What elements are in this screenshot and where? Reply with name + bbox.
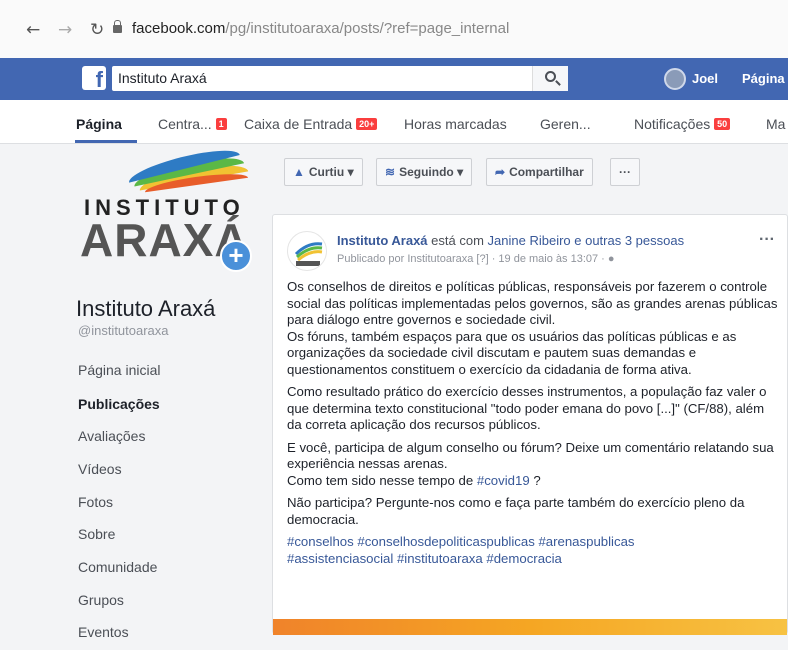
chevron-down-icon: ▾ bbox=[347, 165, 354, 179]
tagged-people-link[interactable]: Janine Ribeiro e outras 3 pessoas bbox=[488, 233, 685, 248]
rss-icon: ≋ bbox=[385, 165, 396, 179]
follow-button[interactable]: ≋ Seguindo ▾ bbox=[376, 158, 473, 186]
sidebar-item-videos[interactable]: Vídeos bbox=[78, 461, 122, 477]
post-text: ? bbox=[529, 472, 541, 488]
page-link[interactable]: Página bbox=[742, 71, 785, 86]
post-paragraph: Como resultado prático do exercício dess… bbox=[287, 384, 767, 432]
sidebar-item-posts[interactable]: Publicações bbox=[78, 396, 160, 412]
hashtag-line[interactable]: #conselhos #conselhosdepoliticaspublicas… bbox=[287, 534, 779, 551]
post-paragraph: E você, participa de algum conselho ou f… bbox=[287, 440, 779, 490]
follow-label: Seguindo bbox=[399, 165, 454, 179]
page-logo-icon bbox=[294, 242, 323, 266]
post-text: Os fóruns, também espaços para que os us… bbox=[287, 328, 737, 377]
tab-inbox[interactable]: Caixa de Entrada 20+ bbox=[244, 116, 378, 132]
tab-appointments[interactable]: Horas marcadas bbox=[404, 116, 507, 132]
tab-label: Notificações bbox=[634, 116, 711, 132]
user-name-link[interactable]: Joel bbox=[692, 71, 718, 86]
post-published-text: Publicado por Institutoaraxa [?] · 19 de… bbox=[337, 253, 605, 265]
post-with-text: está com bbox=[431, 233, 484, 248]
thumbs-up-icon: ▲ bbox=[293, 165, 305, 179]
browser-address-bar: ← → ↻ facebook.com/pg/institutoaraxa/pos… bbox=[0, 0, 788, 58]
tab-label: Caixa de Entrada bbox=[244, 116, 353, 132]
post-text: E você, participa de algum conselho ou f… bbox=[287, 439, 774, 472]
tab-manage[interactable]: Geren... bbox=[540, 116, 591, 132]
post-text: Os conselhos de direitos e políticas púb… bbox=[287, 279, 778, 327]
lock-icon bbox=[113, 20, 122, 33]
sidebar-item-events[interactable]: Eventos bbox=[78, 624, 129, 640]
post-options-button[interactable]: ··· bbox=[759, 231, 775, 249]
active-tab-indicator bbox=[75, 140, 137, 143]
tab-central[interactable]: Centra... 1 bbox=[158, 116, 227, 132]
globe-icon: ● bbox=[607, 253, 615, 265]
post-author-link[interactable]: Instituto Araxá bbox=[337, 233, 428, 248]
chevron-down-icon: ▾ bbox=[457, 165, 464, 179]
tab-more[interactable]: Ma bbox=[766, 116, 785, 132]
like-label: Curtiu bbox=[308, 165, 345, 179]
notification-badge: 1 bbox=[215, 118, 227, 130]
back-icon[interactable]: ← bbox=[26, 20, 40, 40]
share-label: Compartilhar bbox=[509, 165, 584, 179]
search-button[interactable] bbox=[532, 66, 568, 91]
reload-icon[interactable]: ↻ bbox=[90, 20, 104, 40]
share-icon: ➦ bbox=[495, 165, 506, 179]
hashtag-link[interactable]: #covid19 bbox=[477, 473, 530, 488]
post-image-preview[interactable] bbox=[273, 619, 787, 635]
post-paragraph: Os conselhos de direitos e políticas púb… bbox=[287, 279, 779, 378]
post-text: Como tem sido nesse tempo de bbox=[287, 472, 474, 488]
like-button[interactable]: ▲ Curtiu ▾ bbox=[284, 158, 363, 186]
facebook-logo-icon[interactable]: f bbox=[82, 66, 106, 92]
sidebar-item-home[interactable]: Página inicial bbox=[78, 362, 161, 378]
user-avatar[interactable] bbox=[664, 68, 686, 90]
post-card: Instituto Araxá está com Janine Ribeiro … bbox=[272, 214, 788, 635]
add-photo-button[interactable]: + bbox=[220, 240, 252, 272]
url-path: /pg/institutoaraxa/posts/?ref=page_inter… bbox=[225, 20, 510, 37]
page-handle[interactable]: @institutoaraxa bbox=[78, 323, 169, 338]
url-field[interactable]: facebook.com/pg/institutoaraxa/posts/?re… bbox=[132, 20, 509, 37]
forward-icon[interactable]: → bbox=[58, 20, 72, 40]
tab-notifications[interactable]: Notificações 50 bbox=[634, 116, 731, 132]
more-actions-button[interactable]: ··· bbox=[610, 158, 640, 186]
sidebar-item-reviews[interactable]: Avaliações bbox=[78, 428, 145, 444]
page-title: Instituto Araxá bbox=[76, 296, 216, 321]
facebook-top-bar: f Instituto Araxá Joel Página bbox=[0, 58, 788, 100]
search-icon bbox=[545, 71, 556, 82]
tab-label: Centra... bbox=[158, 116, 212, 132]
sidebar-item-groups[interactable]: Grupos bbox=[78, 592, 124, 608]
sidebar-item-about[interactable]: Sobre bbox=[78, 526, 115, 542]
tab-pagina[interactable]: Página bbox=[76, 116, 122, 132]
post-meta: Publicado por Institutoaraxa [?] · 19 de… bbox=[337, 253, 615, 265]
post-body: Os conselhos de direitos e políticas púb… bbox=[287, 279, 779, 573]
notification-badge: 20+ bbox=[356, 118, 378, 130]
sidebar-item-community[interactable]: Comunidade bbox=[78, 559, 157, 575]
url-host: facebook.com bbox=[132, 20, 226, 37]
hashtag-line[interactable]: #assistenciasocial #institutoaraxa #demo… bbox=[287, 551, 779, 568]
notification-badge: 50 bbox=[714, 118, 731, 130]
page-tabs: Página Centra... 1 Caixa de Entrada 20+ … bbox=[0, 100, 788, 144]
search-input[interactable]: Instituto Araxá bbox=[112, 66, 568, 91]
post-header: Instituto Araxá está com Janine Ribeiro … bbox=[337, 233, 684, 248]
sidebar-item-photos[interactable]: Fotos bbox=[78, 494, 113, 510]
share-button[interactable]: ➦ Compartilhar bbox=[486, 158, 593, 186]
post-paragraph: Não participa? Pergunte-nos como e faça … bbox=[287, 495, 745, 527]
post-author-avatar[interactable] bbox=[287, 231, 327, 271]
